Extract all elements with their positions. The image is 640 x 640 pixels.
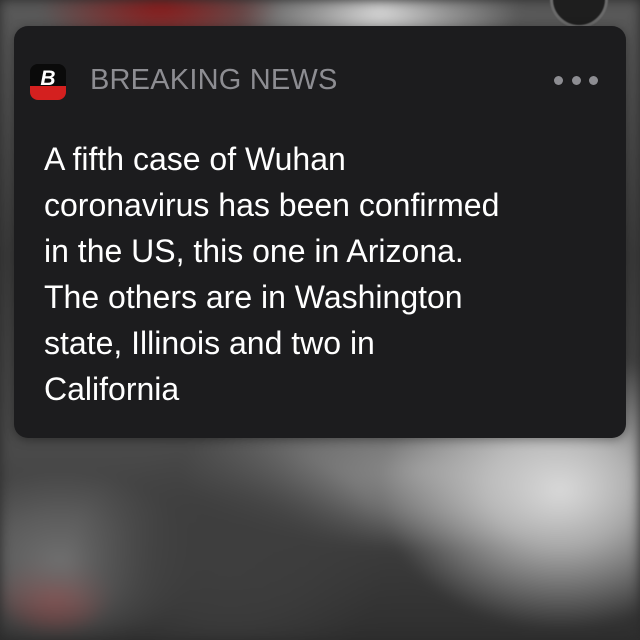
- notification-message: A fifth case of Wuhan coronavirus has be…: [44, 141, 500, 407]
- ellipsis-dot: [571, 75, 581, 85]
- ellipsis-dot: [554, 75, 563, 85]
- app-name: BREAKING NEWS: [90, 64, 338, 96]
- ellipsis-icon[interactable]: [554, 72, 598, 88]
- app-icon-letter: B: [40, 67, 56, 90]
- lock-screen: B BREAKING NEWS A fifth case of Wuhan co…: [0, 0, 640, 640]
- breaking-news-app-icon: B: [30, 64, 66, 100]
- ellipsis-dot: [589, 75, 598, 85]
- notification-card[interactable]: B BREAKING NEWS A fifth case of Wuhan co…: [14, 26, 626, 438]
